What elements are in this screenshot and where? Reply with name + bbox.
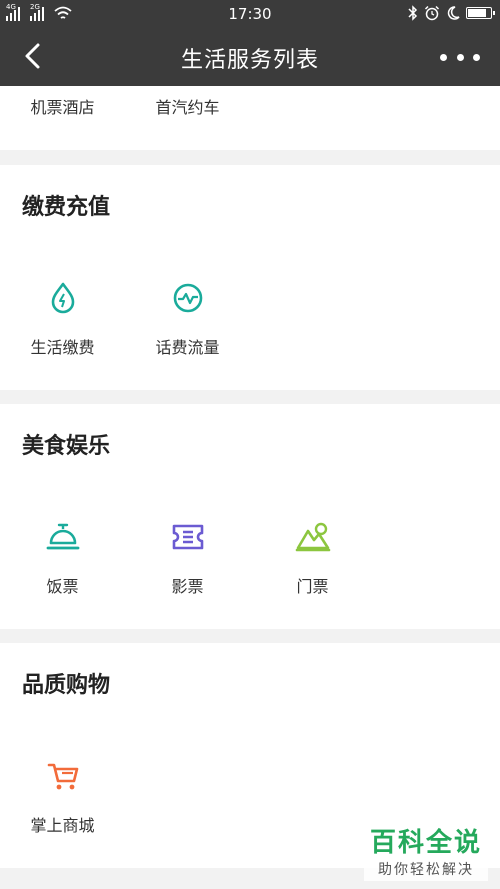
section-payment: 缴费充值 生活缴费 话费流量 bbox=[0, 165, 500, 390]
dot-icon bbox=[440, 53, 447, 61]
tile-label: 影票 bbox=[171, 577, 204, 596]
tile-label: 饭票 bbox=[46, 577, 79, 596]
tile-label: 首汽约车 bbox=[155, 98, 220, 117]
bluetooth-icon bbox=[408, 5, 418, 21]
battery-fill bbox=[468, 9, 486, 17]
tile-label: 话费流量 bbox=[155, 338, 220, 357]
ticket-icon bbox=[172, 524, 203, 550]
food-cloche-icon bbox=[46, 523, 79, 550]
section-food-entertainment: 美食娱乐 饭票 影票 门票 bbox=[0, 404, 500, 629]
status-right bbox=[408, 5, 495, 21]
tile-admission-ticket[interactable]: 门票 bbox=[250, 519, 375, 597]
watermark-title: 百科全说 bbox=[369, 828, 482, 858]
status-bar: 4G 2G 17:30 bbox=[0, 0, 500, 28]
mountain-ticket-icon bbox=[295, 522, 330, 552]
tile-label: 机票酒店 bbox=[30, 98, 95, 117]
section-title: 缴费充值 bbox=[22, 195, 111, 220]
tile-flight-hotel[interactable]: 机票酒店 bbox=[0, 94, 125, 118]
more-options-button[interactable] bbox=[440, 44, 480, 70]
tile-phone-data[interactable]: 话费流量 bbox=[125, 280, 250, 358]
pulse-circle-icon bbox=[173, 283, 202, 313]
watermark-subtitle: 助你轻松解决 bbox=[377, 862, 474, 878]
tile-movie-ticket[interactable]: 影票 bbox=[125, 519, 250, 597]
tile-label: 生活缴费 bbox=[30, 338, 95, 357]
tile-label: 掌上商城 bbox=[30, 816, 95, 835]
watermark: 百科全说 助你轻松解决 bbox=[363, 820, 488, 881]
nav-bar: 生活服务列表 bbox=[0, 28, 500, 86]
tile-meal-voucher[interactable]: 饭票 bbox=[0, 519, 125, 597]
water-drop-bolt-icon bbox=[51, 282, 74, 314]
dot-icon bbox=[473, 53, 480, 61]
moon-icon bbox=[447, 6, 460, 20]
section-title: 美食娱乐 bbox=[22, 434, 111, 459]
tile-car-hailing[interactable]: 首汽约车 bbox=[125, 94, 250, 118]
page-title: 生活服务列表 bbox=[180, 48, 319, 73]
dot-icon bbox=[456, 53, 464, 61]
top-row-card: 机票酒店 首汽约车 bbox=[0, 86, 500, 150]
battery-icon bbox=[466, 7, 495, 19]
tile-mobile-mall[interactable]: 掌上商城 bbox=[0, 758, 125, 836]
section-title: 品质购物 bbox=[22, 673, 111, 698]
tile-label: 门票 bbox=[296, 577, 329, 596]
tile-utility-payment[interactable]: 生活缴费 bbox=[0, 280, 125, 358]
shopping-cart-icon bbox=[47, 763, 78, 790]
alarm-clock-icon bbox=[424, 5, 440, 21]
